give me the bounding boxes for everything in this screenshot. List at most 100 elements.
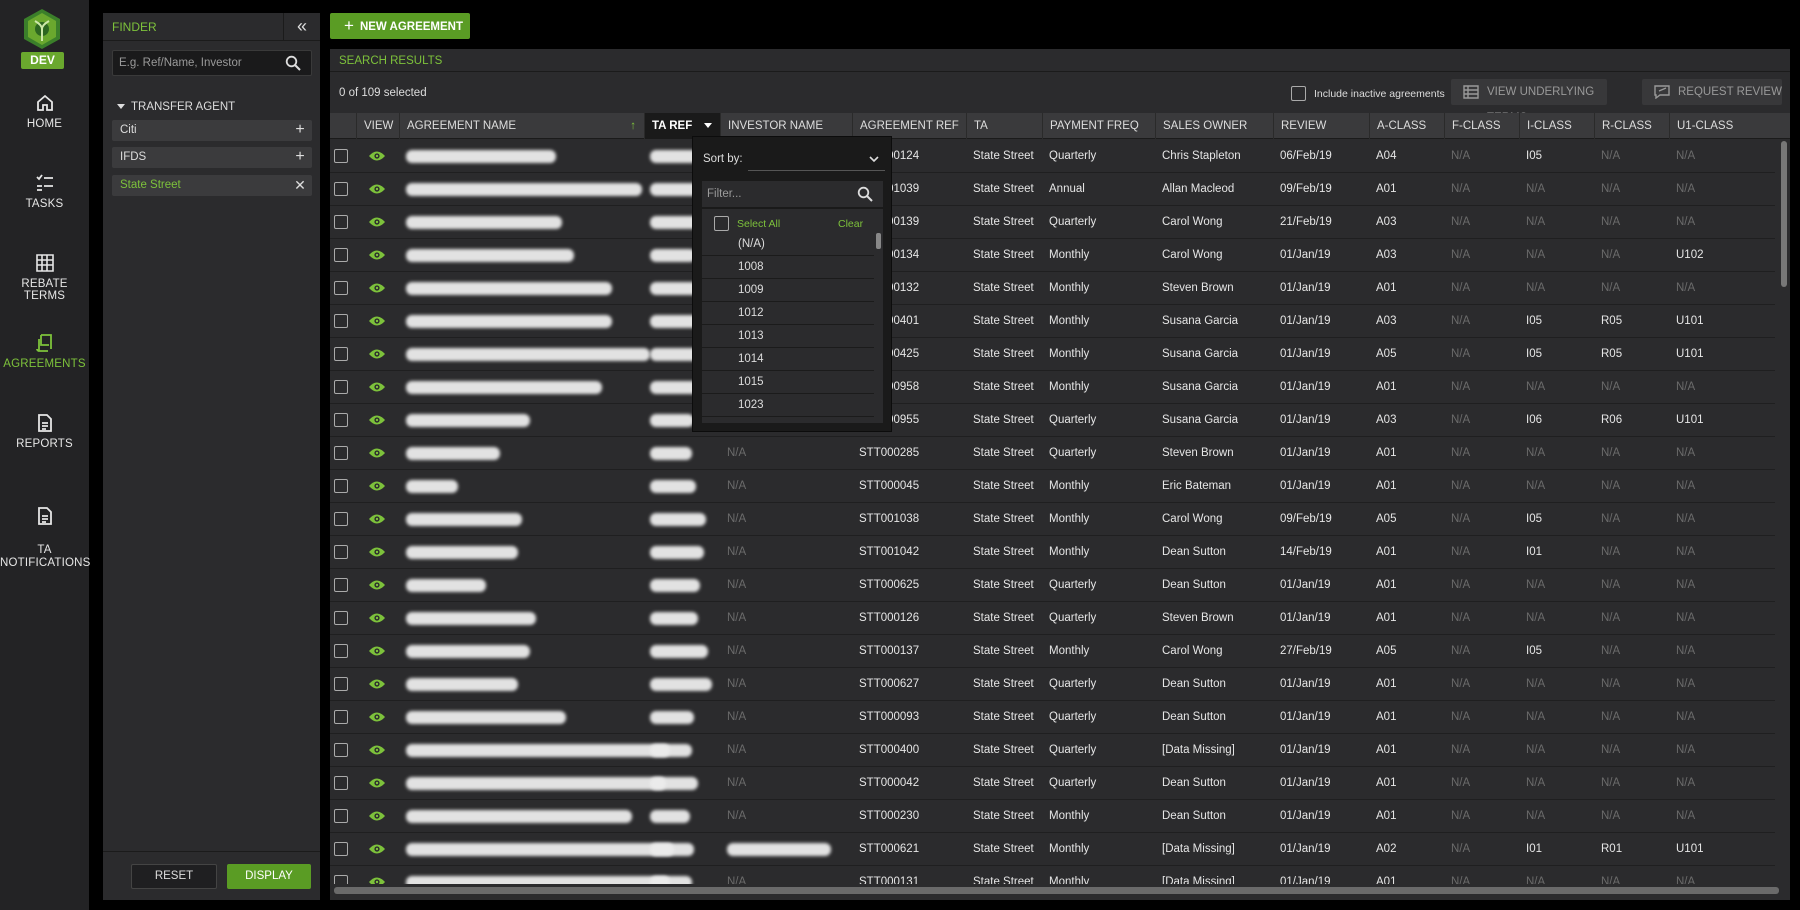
table-row[interactable]: STT000134State StreetMonthlyCarol Wong01… [330,239,1775,272]
row-checkbox[interactable] [334,182,348,196]
row-checkbox[interactable] [334,347,348,361]
ta-ref-option[interactable]: 1009 [702,279,874,302]
header-a-class[interactable]: A-CLASS [1369,113,1444,139]
request-review-button[interactable]: REQUEST REVIEW [1642,79,1782,105]
view-eye-icon[interactable] [368,282,386,294]
row-checkbox[interactable] [334,677,348,691]
view-eye-icon[interactable] [368,843,386,855]
option-list-scrollbar[interactable] [876,233,881,249]
table-row[interactable]: STT000955State StreetQuarterlySusana Gar… [330,404,1775,437]
nav-item-tasks[interactable]: TASKS [0,173,89,210]
view-eye-icon[interactable] [368,513,386,525]
header-review[interactable]: REVIEW [1273,113,1369,139]
row-checkbox[interactable] [334,578,348,592]
display-button[interactable]: DISPLAY [227,864,311,889]
row-checkbox[interactable] [334,842,348,856]
view-eye-icon[interactable] [368,348,386,360]
view-eye-icon[interactable] [368,612,386,624]
table-row[interactable]: N/A STT000093 State Street Quarterly Dean Su… [330,701,1775,734]
nav-item-agreements[interactable]: AGREEMENTS [0,333,89,370]
column-menu-caret-icon[interactable] [704,123,712,128]
header-r-class[interactable]: R-CLASS [1594,113,1669,139]
row-checkbox[interactable] [334,644,348,658]
table-row[interactable]: N/A STT001042 State Street Monthly Dean Sutt… [330,536,1775,569]
view-eye-icon[interactable] [368,381,386,393]
select-all-checkbox[interactable] [714,216,729,231]
row-checkbox[interactable] [334,875,348,884]
view-eye-icon[interactable] [368,810,386,822]
table-row[interactable]: N/A STT000042 State Street Quarterly Dean Su… [330,767,1775,800]
sort-by-select[interactable] [748,149,885,171]
table-row[interactable]: N/A STT000230 State Street Monthly Dean Sutt… [330,800,1775,833]
row-checkbox[interactable] [334,611,348,625]
row-checkbox[interactable] [334,743,348,757]
ta-ref-option[interactable]: 1013 [702,325,874,348]
row-checkbox[interactable] [334,215,348,229]
view-eye-icon[interactable] [368,414,386,426]
row-checkbox[interactable] [334,380,348,394]
vertical-scrollbar[interactable] [1781,141,1787,287]
row-checkbox[interactable] [334,512,348,526]
remove-filter-icon[interactable]: ✕ [288,175,312,196]
view-eye-icon[interactable] [368,744,386,756]
view-eye-icon[interactable] [368,876,386,884]
row-checkbox[interactable] [334,149,348,163]
view-eye-icon[interactable] [368,678,386,690]
view-eye-icon[interactable] [368,183,386,195]
table-row[interactable]: STT000621 State Street Monthly [Data Missin… [330,833,1775,866]
header-payment-freq[interactable]: PAYMENT FREQ [1042,113,1155,139]
include-inactive-checkbox[interactable] [1291,86,1306,101]
nav-item-home[interactable]: HOME [0,93,89,130]
nav-item-ta-notifications[interactable]: TA NOTIFICATIONS [0,493,90,570]
view-eye-icon[interactable] [368,546,386,558]
header-i-class[interactable]: I-CLASS [1519,113,1594,139]
filter-chip-citi[interactable]: Citi + [112,120,312,141]
header-view[interactable]: VIEW [356,113,399,139]
view-eye-icon[interactable] [368,480,386,492]
table-row[interactable]: N/A STT000627 State Street Quarterly Dean Su… [330,668,1775,701]
view-eye-icon[interactable] [368,216,386,228]
row-checkbox[interactable] [334,314,348,328]
view-underlying-terms-button[interactable]: VIEW UNDERLYING TERMS [1451,79,1607,124]
table-row[interactable]: N/A STT000400 State Street Quarterly [Data M… [330,734,1775,767]
table-row[interactable]: N/A STT000285 State Street Quarterly Steven … [330,437,1775,470]
ta-ref-option[interactable]: 1008 [702,256,874,279]
ta-ref-option[interactable]: (N/A) [702,233,874,256]
search-icon[interactable] [857,186,873,202]
table-row[interactable]: N/A STT000126 State Street Quarterly Steven … [330,602,1775,635]
select-all-link[interactable]: Select All [737,218,780,230]
view-eye-icon[interactable] [368,150,386,162]
header-sales-owner[interactable]: SALES OWNER [1155,113,1273,139]
row-checkbox[interactable] [334,545,348,559]
row-checkbox[interactable] [334,776,348,790]
collapse-finder-button[interactable]: « [283,13,320,41]
row-checkbox[interactable] [334,413,348,427]
view-eye-icon[interactable] [368,447,386,459]
table-row[interactable]: STT000124State StreetQuarterlyChris Stap… [330,140,1775,173]
row-checkbox[interactable] [334,479,348,493]
table-row[interactable]: STT000958State StreetMonthlySusana Garci… [330,371,1775,404]
header-f-class[interactable]: F-CLASS [1444,113,1519,139]
new-agreement-button[interactable]: + NEW AGREEMENT [330,13,470,39]
table-row[interactable]: STT000139State StreetQuarterlyCarol Wong… [330,206,1775,239]
table-row[interactable]: STT000425State StreetMonthlySusana Garci… [330,338,1775,371]
header-ta[interactable]: TA [966,113,1042,139]
ta-ref-filter-input[interactable] [702,181,883,207]
clear-link[interactable]: Clear [838,218,863,230]
ta-ref-option[interactable]: 1012 [702,302,874,325]
ta-ref-option[interactable]: 1015 [702,371,874,394]
nav-item-reports[interactable]: REPORTS [0,413,89,450]
ta-ref-option[interactable]: 1023 [702,394,874,417]
view-eye-icon[interactable] [368,249,386,261]
horizontal-scrollbar[interactable] [334,887,1779,894]
ta-ref-option[interactable]: 1014 [702,348,874,371]
table-row[interactable]: N/A STT000625 State Street Quarterly Dean Su… [330,569,1775,602]
row-checkbox[interactable] [334,446,348,460]
row-checkbox[interactable] [334,710,348,724]
table-row[interactable]: STT000132State StreetMonthlySteven Brown… [330,272,1775,305]
filter-chip-ifds[interactable]: IFDS + [112,147,312,168]
table-row[interactable]: N/A STT000131 State Street Monthly [Data Mis… [330,866,1775,884]
row-checkbox[interactable] [334,281,348,295]
view-eye-icon[interactable] [368,777,386,789]
view-eye-icon[interactable] [368,645,386,657]
